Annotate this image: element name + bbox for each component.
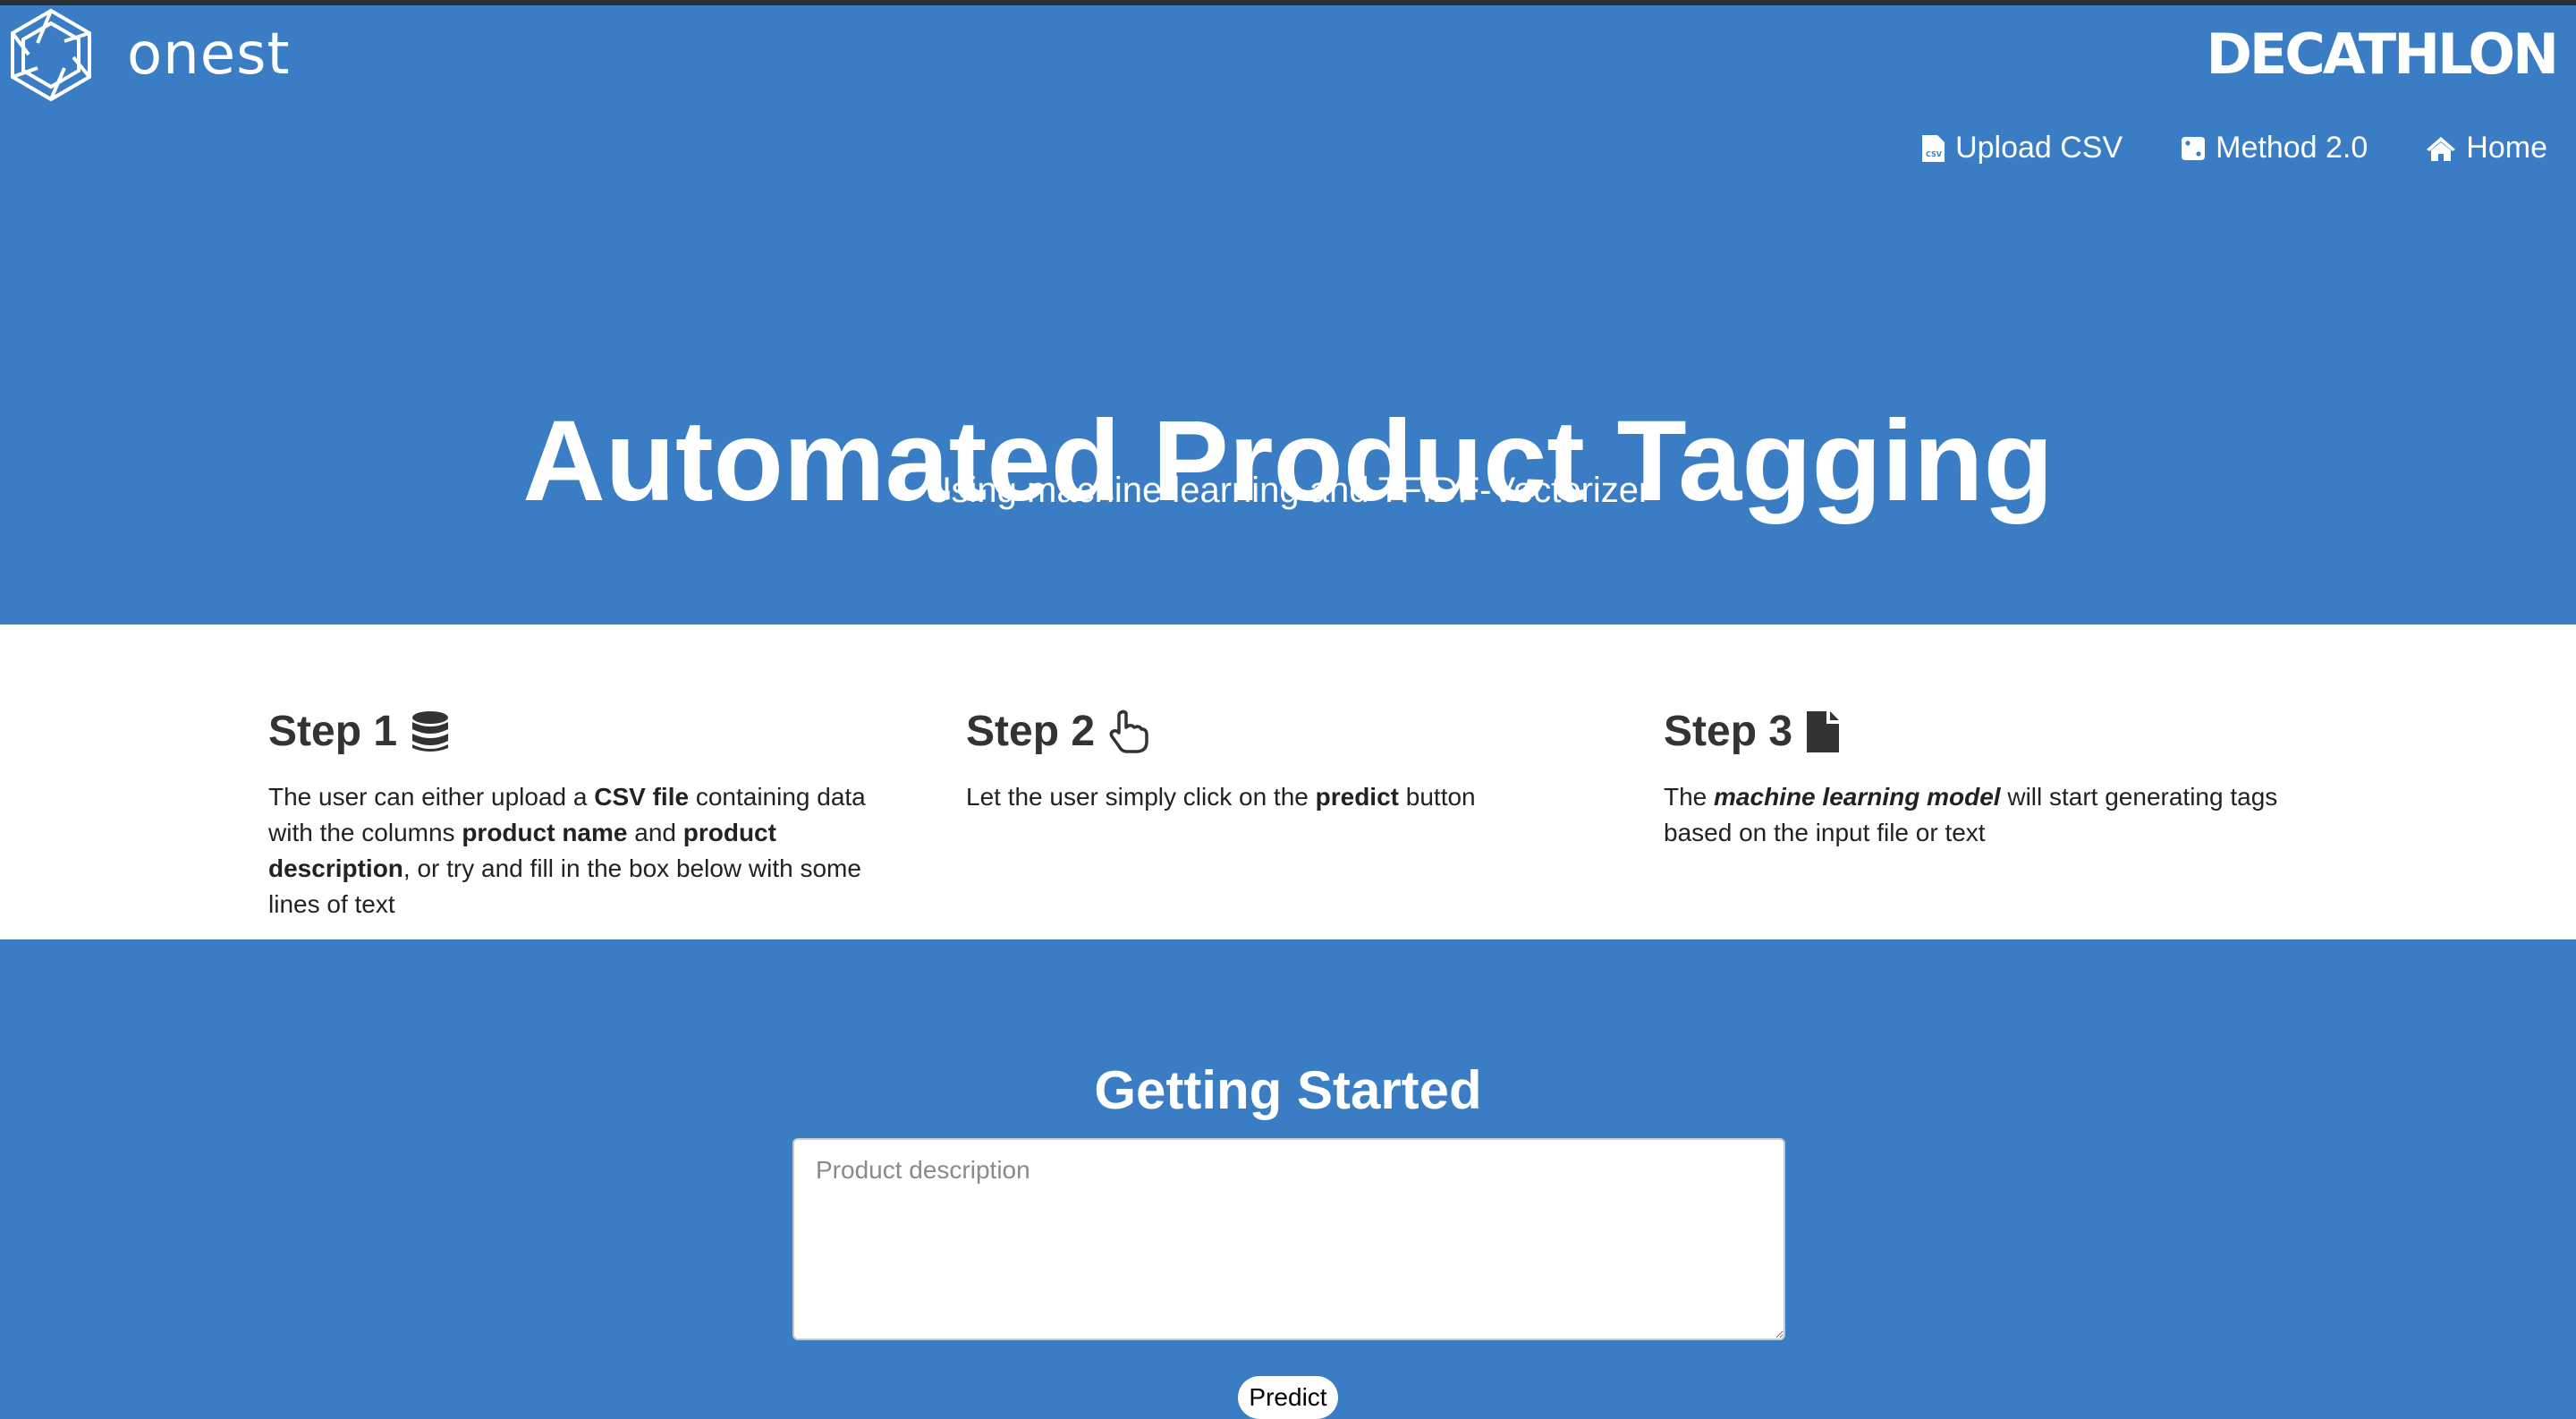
- text-segment: and: [627, 819, 683, 846]
- getting-started-section: Getting Started Predict: [0, 939, 2576, 1419]
- step-1-title: Step 1: [268, 708, 398, 755]
- bold-italic-segment: machine learning model: [1714, 783, 2001, 811]
- bold-segment: product name: [462, 819, 628, 846]
- nav-upload-csv-label: Upload CSV: [1955, 131, 2123, 165]
- hero-banner: onest DECATHLON CSV Upload CSV Method 2.…: [0, 5, 2576, 625]
- nav-method-label: Method 2.0: [2216, 131, 2368, 165]
- step-1-heading: Step 1: [268, 707, 894, 756]
- step-3-title: Step 3: [1664, 708, 1793, 755]
- csv-file-icon: CSV: [1922, 134, 1945, 162]
- pointing-hand-icon: [1109, 710, 1148, 753]
- nav-home-label: Home: [2466, 131, 2547, 165]
- step-2-description: Let the user simply click on the predict…: [966, 779, 1592, 815]
- text-segment: button: [1398, 783, 1476, 811]
- steps-section: Step 1 The user can either upload a CSV …: [0, 625, 2576, 939]
- svg-text:CSV: CSV: [1926, 150, 1943, 158]
- file-icon: [1807, 710, 1840, 752]
- step-3-description: The machine learning model will start ge…: [1664, 779, 2290, 851]
- step-3-heading: Step 3: [1664, 707, 2290, 756]
- step-2-heading: Step 2: [966, 707, 1592, 756]
- text-segment: Let the user simply click on the: [966, 783, 1316, 811]
- onest-logo[interactable]: onest: [2, 5, 291, 104]
- database-icon: [412, 710, 449, 752]
- step-2: Step 2 Let the user simply click on the …: [966, 707, 1592, 815]
- nav-home[interactable]: Home: [2425, 131, 2547, 166]
- nav-method-2[interactable]: Method 2.0: [2180, 131, 2368, 166]
- hexagon-logo-icon: [11, 8, 91, 102]
- step-2-title: Step 2: [966, 708, 1096, 755]
- page-subtitle: Using machine learning and TFIDF-Vectori…: [925, 471, 1651, 510]
- bold-segment: CSV file: [594, 783, 690, 811]
- step-3: Step 3 The machine learning model will s…: [1664, 707, 2290, 851]
- nav-upload-csv[interactable]: CSV Upload CSV: [1919, 131, 2123, 166]
- step-1: Step 1 The user can either upload a CSV …: [268, 707, 894, 922]
- product-description-input[interactable]: [792, 1138, 1785, 1340]
- home-icon: [2427, 136, 2456, 161]
- main-nav: CSV Upload CSV Method 2.0 Home: [1919, 131, 2547, 166]
- dice-icon: [2182, 136, 2206, 160]
- getting-started-heading: Getting Started: [1094, 1060, 1482, 1120]
- onest-wordmark: onest: [127, 21, 291, 88]
- bold-segment: predict: [1315, 783, 1399, 811]
- predict-button[interactable]: Predict: [1238, 1376, 1338, 1419]
- decathlon-logo[interactable]: DECATHLON: [2206, 21, 2559, 87]
- text-segment: The: [1664, 783, 1715, 811]
- text-segment: The user can either upload a: [268, 783, 595, 811]
- step-1-description: The user can either upload a CSV file co…: [268, 779, 894, 922]
